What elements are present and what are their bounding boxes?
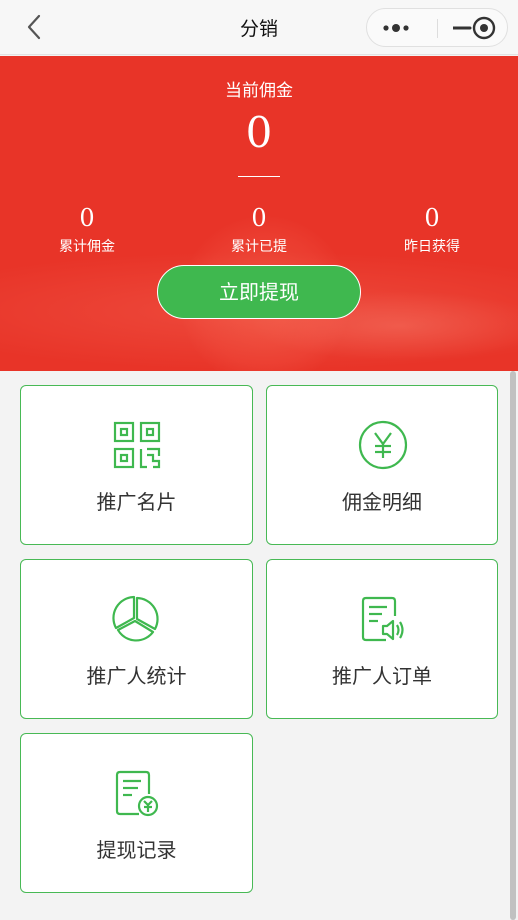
card-promoter-orders[interactable]: 推广人订单 [266, 559, 498, 719]
stat-value: 0 [424, 204, 440, 232]
card-promo-card[interactable]: 推广名片 [20, 385, 253, 545]
order-doc-icon [358, 594, 408, 644]
card-label: 佣金明细 [342, 490, 422, 514]
divider-line [238, 176, 280, 177]
stat-total-commission: 0 累计佣金 [27, 204, 147, 256]
card-commission-detail[interactable]: 佣金明细 [266, 385, 498, 545]
pie-chart-icon [112, 594, 162, 644]
capsule-divider [437, 19, 438, 38]
withdraw-record-icon [112, 768, 162, 818]
stat-total-withdrawn: 0 累计已提 [199, 204, 319, 256]
stat-yesterday-earned: 0 昨日获得 [372, 204, 492, 256]
current-commission-value: 0 [245, 108, 273, 157]
more-dots-icon[interactable] [380, 17, 426, 39]
card-label: 提现记录 [96, 838, 177, 862]
qr-code-icon [112, 420, 162, 470]
current-commission-label: 当前佣金 [225, 81, 293, 101]
close-target-icon[interactable] [471, 15, 497, 41]
stat-label: 累计已提 [231, 239, 287, 255]
withdraw-now-button[interactable]: 立即提现 [157, 265, 361, 319]
stat-label: 昨日获得 [404, 239, 460, 255]
nav-bar: 分销 [0, 0, 518, 55]
stat-value: 0 [251, 204, 267, 232]
commission-banner: 当前佣金 0 0 累计佣金 0 累计已提 0 昨日获得 立即提现 [0, 56, 518, 371]
scrollbar-thumb[interactable] [510, 371, 516, 920]
card-promoter-stats[interactable]: 推广人统计 [20, 559, 253, 719]
yuan-circle-icon [358, 420, 408, 470]
stat-value: 0 [79, 204, 95, 232]
card-label: 推广人订单 [332, 664, 432, 688]
card-label: 推广人统计 [86, 664, 187, 688]
card-withdraw-record[interactable]: 提现记录 [20, 733, 253, 893]
mini-program-capsule [366, 8, 508, 47]
card-label: 推广名片 [96, 490, 177, 514]
stat-label: 累计佣金 [59, 239, 115, 255]
